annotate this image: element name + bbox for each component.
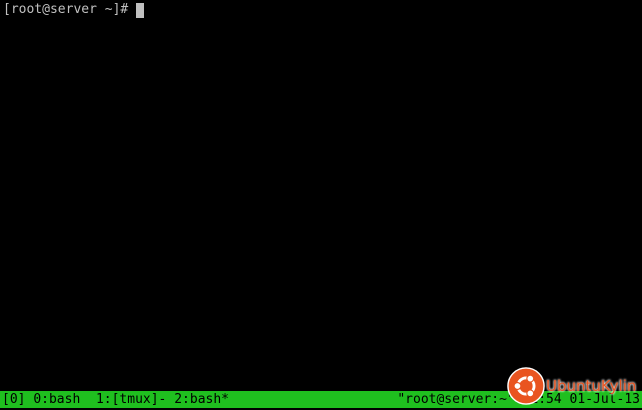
prompt-line: [root@server ~]#: [3, 2, 639, 18]
status-left: [0] 0:bash 1:[tmux]- 2:bash*: [2, 391, 229, 408]
ubuntu-logo-icon: [507, 367, 545, 405]
shell-prompt: [root@server ~]#: [3, 2, 129, 17]
window-tab-2[interactable]: 2:bash*: [174, 391, 229, 408]
terminal-pane[interactable]: [root@server ~]#: [0, 0, 642, 391]
watermark: UbuntuKylin: [507, 365, 636, 407]
pane-title: "root@server:~": [397, 392, 515, 407]
session-name: [0]: [2, 392, 26, 407]
text-cursor: [136, 2, 145, 18]
watermark-text: UbuntuKylin: [546, 377, 637, 395]
window-tab-1[interactable]: 1:[tmux]-: [96, 391, 166, 408]
window-tab-0[interactable]: 0:bash: [33, 391, 80, 408]
